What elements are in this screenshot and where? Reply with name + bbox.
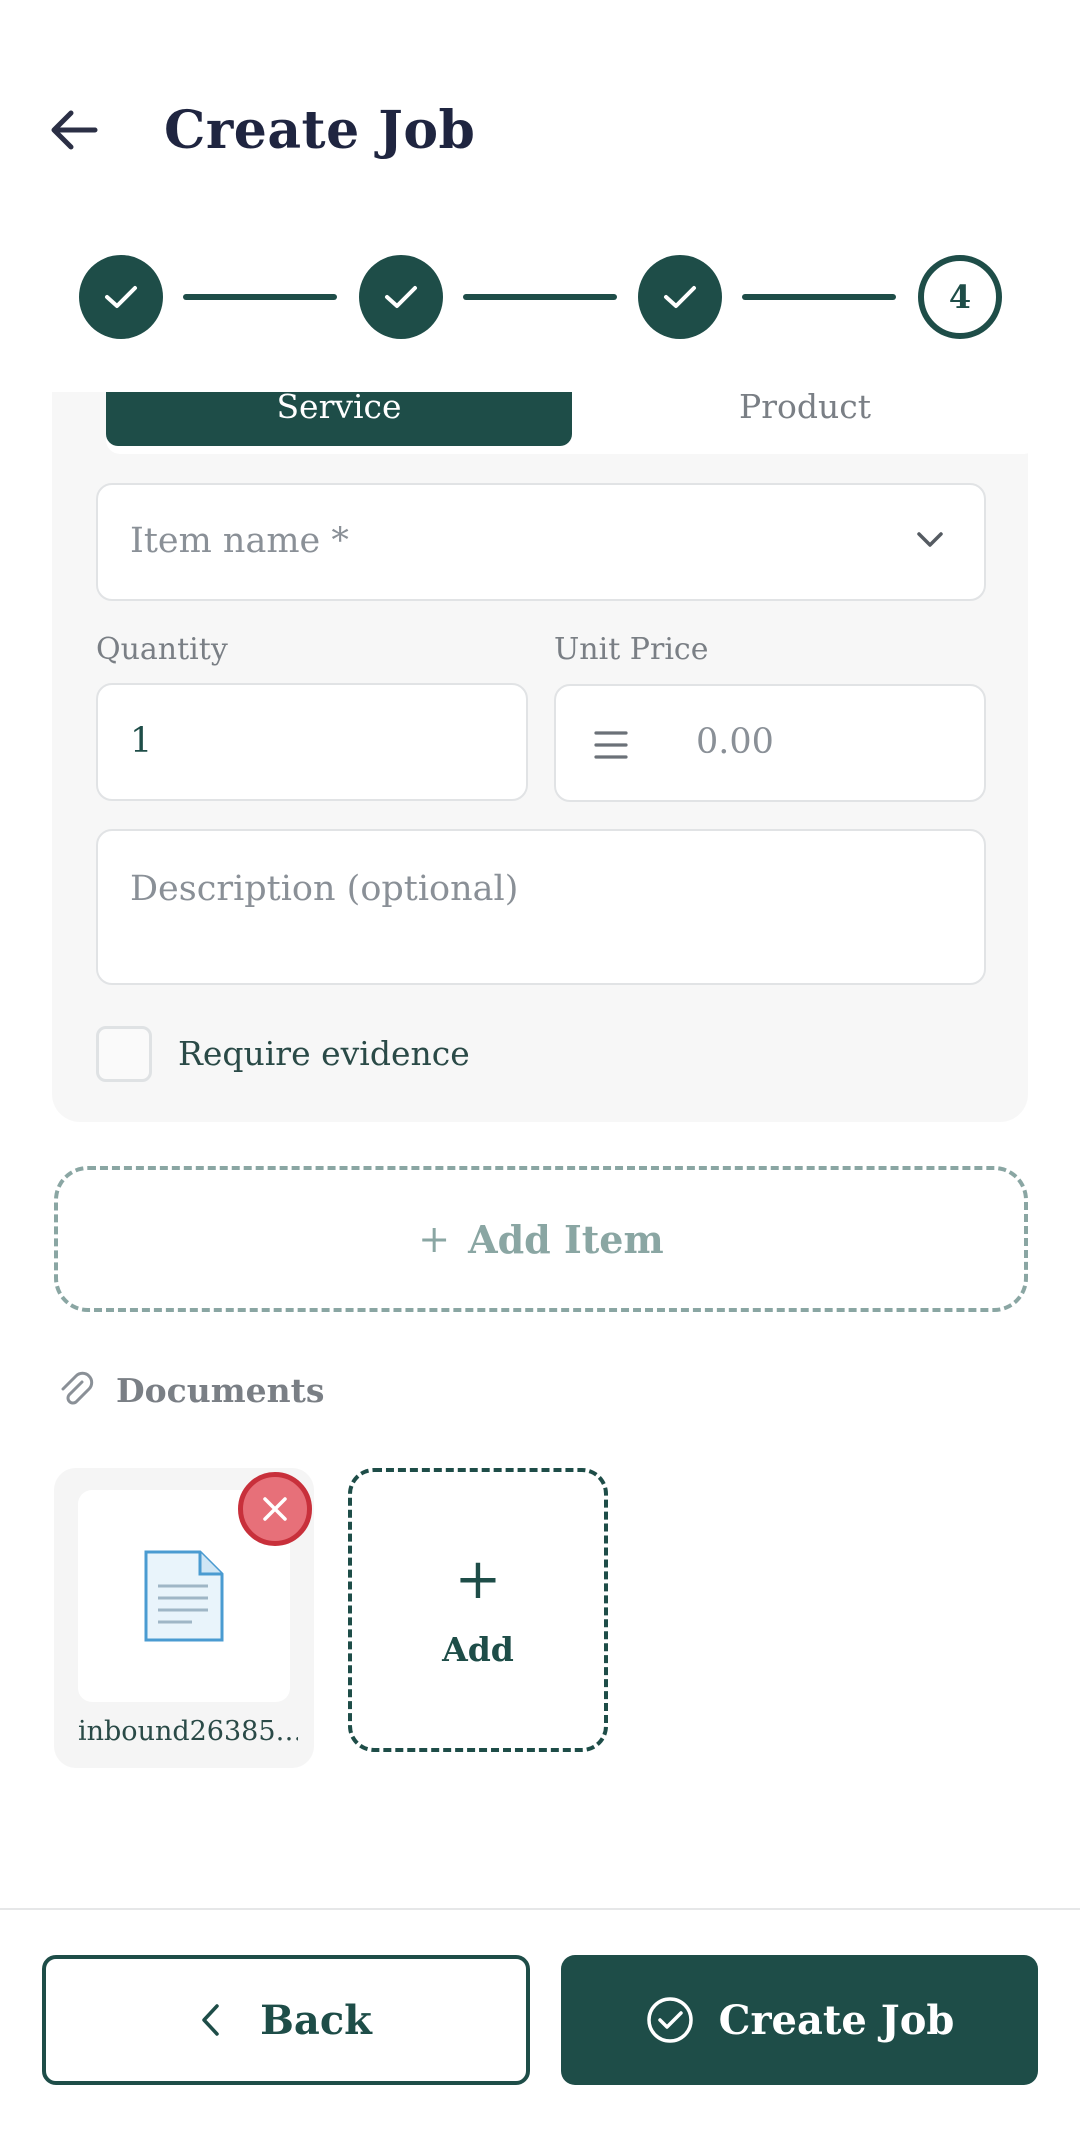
quantity-input[interactable]: 1 [96, 683, 528, 801]
unit-price-input[interactable]: 0.00 [554, 684, 986, 802]
item-card: Service Product Item name * Quantity Uni… [52, 387, 1038, 1122]
create-job-screen: Create Job 4 Service Product Item name *… [0, 0, 1080, 2141]
back-button-label: Back [260, 1996, 372, 2044]
step-2-complete [359, 255, 443, 339]
step-connector [183, 294, 337, 300]
add-document-button[interactable]: + Add [348, 1468, 608, 1752]
description-placeholder: Description (optional) [130, 869, 519, 909]
item-name-select[interactable]: Item name * [96, 483, 986, 601]
step-connector [742, 294, 896, 300]
progress-stepper: 4 [79, 255, 1002, 339]
product-tab[interactable]: Product [572, 387, 1038, 446]
check-icon [385, 286, 417, 308]
step-connector [463, 294, 617, 300]
require-evidence-label: Require evidence [178, 1034, 470, 1073]
item-name-placeholder: Item name * [130, 521, 349, 561]
document-filename: inbound26385… [78, 1716, 298, 1747]
create-job-label: Create Job [718, 1996, 955, 2044]
header: Create Job [44, 90, 1036, 170]
footer-divider [0, 1908, 1080, 1910]
add-item-label: Add Item [468, 1216, 664, 1262]
item-type-toggle: Service Product [106, 387, 1038, 454]
add-item-button[interactable]: + Add Item [54, 1166, 1028, 1312]
chevron-down-icon [917, 532, 943, 547]
quantity-label: Quantity [96, 632, 228, 667]
require-evidence-checkbox[interactable] [96, 1026, 152, 1082]
create-job-button[interactable]: Create Job [561, 1955, 1038, 2085]
add-document-label: Add [442, 1629, 514, 1669]
check-circle-icon [646, 1997, 693, 2043]
remove-document-button[interactable] [238, 1472, 312, 1546]
menu-icon [594, 731, 628, 759]
service-tab[interactable]: Service [106, 387, 572, 446]
quantity-value: 1 [130, 721, 153, 761]
document-icon [144, 1550, 224, 1642]
unit-price-placeholder: 0.00 [696, 722, 774, 762]
back-arrow-icon[interactable] [44, 100, 104, 160]
back-button[interactable]: Back [42, 1955, 530, 2085]
documents-title: Documents [116, 1370, 325, 1410]
check-icon [105, 286, 137, 308]
chevron-left-icon [202, 2004, 219, 2036]
page-title: Create Job [164, 99, 476, 161]
step-4-current: 4 [918, 255, 1002, 339]
plus-icon: + [418, 1217, 451, 1261]
unit-price-label: Unit Price [554, 632, 709, 667]
close-icon [263, 1497, 287, 1521]
step-1-complete [79, 255, 163, 339]
description-input[interactable]: Description (optional) [96, 829, 986, 985]
paperclip-icon [61, 1371, 94, 1405]
check-icon [664, 286, 696, 308]
documents-header: Documents [56, 1370, 324, 1410]
step-3-complete [638, 255, 722, 339]
plus-icon: + [454, 1546, 502, 1612]
